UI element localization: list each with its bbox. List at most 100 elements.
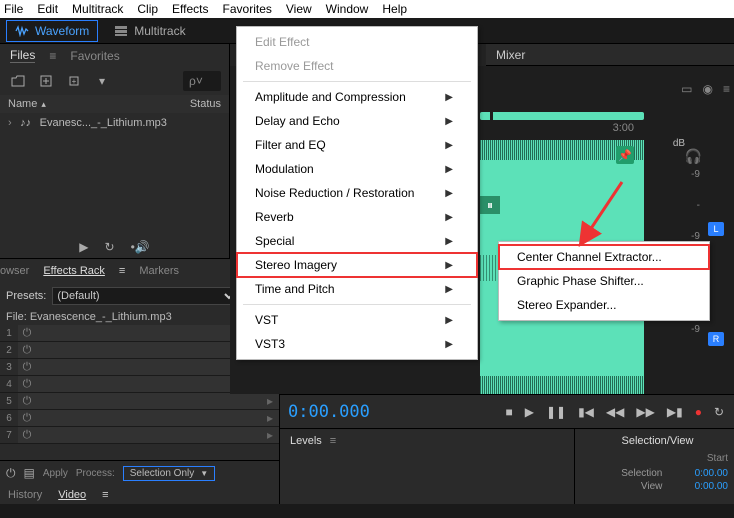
record-button[interactable]: ● [695,405,702,419]
menu-file[interactable]: File [4,2,23,16]
left-channel-badge: L [708,222,724,236]
effect-slot[interactable]: 6⏻▸ [0,410,279,427]
modulation-item[interactable]: Modulation▶ [237,157,477,181]
play-button[interactable]: ▶ [525,405,534,419]
expand-icon[interactable]: › [8,117,12,129]
goto-end-button[interactable]: ▶▮ [667,405,683,419]
new-file-icon[interactable] [36,71,56,91]
loop-button[interactable]: ↻ [714,405,724,419]
audio-file-icon: ♪♪ [18,117,34,129]
favorites-tab[interactable]: Favorites [70,49,119,63]
files-playback-controls: ▶ ↻ •🔊 [0,240,229,254]
multitrack-icon [114,25,128,37]
file-row[interactable]: › ♪♪ Evanesc..._-_Lithium.mp3 [0,113,229,133]
graphic-phase-shifter-item[interactable]: Graphic Phase Shifter... [499,269,709,293]
hamburger-icon[interactable]: ≡ [102,489,108,501]
stereo-imagery-item[interactable]: Stereo Imagery▶ [237,253,477,277]
slot-menu-icon[interactable]: ▸ [267,394,279,408]
history-tab[interactable]: History [8,489,42,501]
power-icon[interactable]: ⏻ [18,412,36,425]
effects-context-menu: Edit Effect Remove Effect Amplitude and … [236,26,478,360]
forward-button[interactable]: ▶▶ [636,405,654,419]
center-channel-extractor-item[interactable]: Center Channel Extractor... [499,245,709,269]
menu-multitrack[interactable]: Multitrack [72,2,123,16]
edit-effect-item: Edit Effect [237,30,477,54]
menu-favorites[interactable]: Favorites [223,2,272,16]
right-channel-badge: R [708,332,724,346]
menu-clip[interactable]: Clip [137,2,158,16]
timeline-ruler[interactable]: 3:00 [480,122,644,140]
multitrack-view-label: Multitrack [134,24,185,38]
stereo-imagery-submenu: Center Channel Extractor... Graphic Phas… [498,241,710,321]
delay-echo-item[interactable]: Delay and Echo▶ [237,109,477,133]
apply-button[interactable]: Apply [43,468,68,479]
slot-menu-icon[interactable]: ▸ [267,428,279,442]
loop-icon[interactable]: ↻ [105,240,115,254]
insert-icon[interactable]: + [64,71,84,91]
effect-slot[interactable]: 5⏻▸ [0,393,279,410]
search-input[interactable]: ρ˅ [183,71,221,91]
play-icon[interactable]: ▶ [79,240,88,254]
pin-icon[interactable]: 📌 [616,146,634,164]
hamburger-icon[interactable]: ≡ [330,435,336,447]
selection-view-header: Selection/View [585,435,730,447]
import-icon[interactable]: ▾ [92,71,112,91]
stop-button[interactable]: ■ [505,405,512,419]
files-panel: Files ≡ Favorites + ▾ ρ˅ Name ▴ Stat [0,44,230,258]
power-icon[interactable]: ⏻ [18,378,36,391]
files-tab[interactable]: Files [10,48,35,63]
hamburger-icon[interactable]: ≡ [119,265,125,277]
timeline-tick: 3:00 [613,122,634,134]
status-column-header[interactable]: Status [190,98,221,110]
video-tab[interactable]: Video [58,489,86,501]
rack-power-icon[interactable]: ⏻ [6,466,16,481]
search-sigil: ρ˅ [189,74,203,88]
special-item[interactable]: Special▶ [237,229,477,253]
stereo-expander-item[interactable]: Stereo Expander... [499,293,709,317]
multitrack-view-button[interactable]: Multitrack [106,21,193,41]
waveform-icon [15,25,29,37]
power-icon[interactable]: ⏻ [18,361,36,374]
zoom-icon[interactable]: ◉ [703,82,713,96]
time-pitch-item[interactable]: Time and Pitch▶ [237,277,477,301]
browser-tab[interactable]: owser [0,265,29,277]
process-mode-dropdown[interactable]: Selection Only ▼ [123,466,215,481]
hamburger-icon[interactable]: ≡ [49,49,56,63]
start-column-header: Start [670,453,728,466]
presets-dropdown[interactable]: (Default) [52,287,237,305]
vst3-item[interactable]: VST3▶ [237,332,477,356]
file-name: Evanesc..._-_Lithium.mp3 [40,117,167,129]
name-column-header[interactable]: Name [8,98,37,110]
vst-item[interactable]: VST▶ [237,308,477,332]
autoplay-icon[interactable]: •🔊 [131,240,150,254]
open-file-icon[interactable] [8,71,28,91]
marker-icon[interactable]: ⏸ [480,196,500,214]
power-icon[interactable]: ⏻ [18,327,36,340]
power-icon[interactable]: ⏻ [18,344,36,357]
slot-menu-icon[interactable]: ▸ [267,411,279,425]
pause-button[interactable]: ❚❚ [546,405,566,419]
menu-window[interactable]: Window [326,2,369,16]
menu-effects[interactable]: Effects [172,2,208,16]
effects-rack-tab[interactable]: Effects Rack [43,265,105,277]
list-icon[interactable]: ≡ [723,82,730,96]
goto-start-button[interactable]: ▮◀ [578,405,594,419]
noise-reduction-item[interactable]: Noise Reduction / Restoration▶ [237,181,477,205]
mix-icon[interactable]: ▤ [24,466,35,480]
rewind-button[interactable]: ◀◀ [606,405,624,419]
effect-slot[interactable]: 7⏻▸ [0,427,279,444]
waveform-view-button[interactable]: Waveform [6,20,98,42]
power-icon[interactable]: ⏻ [18,429,36,442]
levels-selection-bar: Levels ≡ Selection/View Start Selection0… [280,428,734,504]
menu-view[interactable]: View [286,2,312,16]
markers-tab[interactable]: Markers [139,265,179,277]
waveform-view-label: Waveform [35,24,89,38]
navigator-icon[interactable]: ▭ [681,82,692,96]
amplitude-item[interactable]: Amplitude and Compression▶ [237,85,477,109]
filter-eq-item[interactable]: Filter and EQ▶ [237,133,477,157]
reverb-item[interactable]: Reverb▶ [237,205,477,229]
menu-edit[interactable]: Edit [37,2,58,16]
navigator-waveform[interactable] [480,112,644,120]
menu-help[interactable]: Help [382,2,407,16]
power-icon[interactable]: ⏻ [18,395,36,408]
